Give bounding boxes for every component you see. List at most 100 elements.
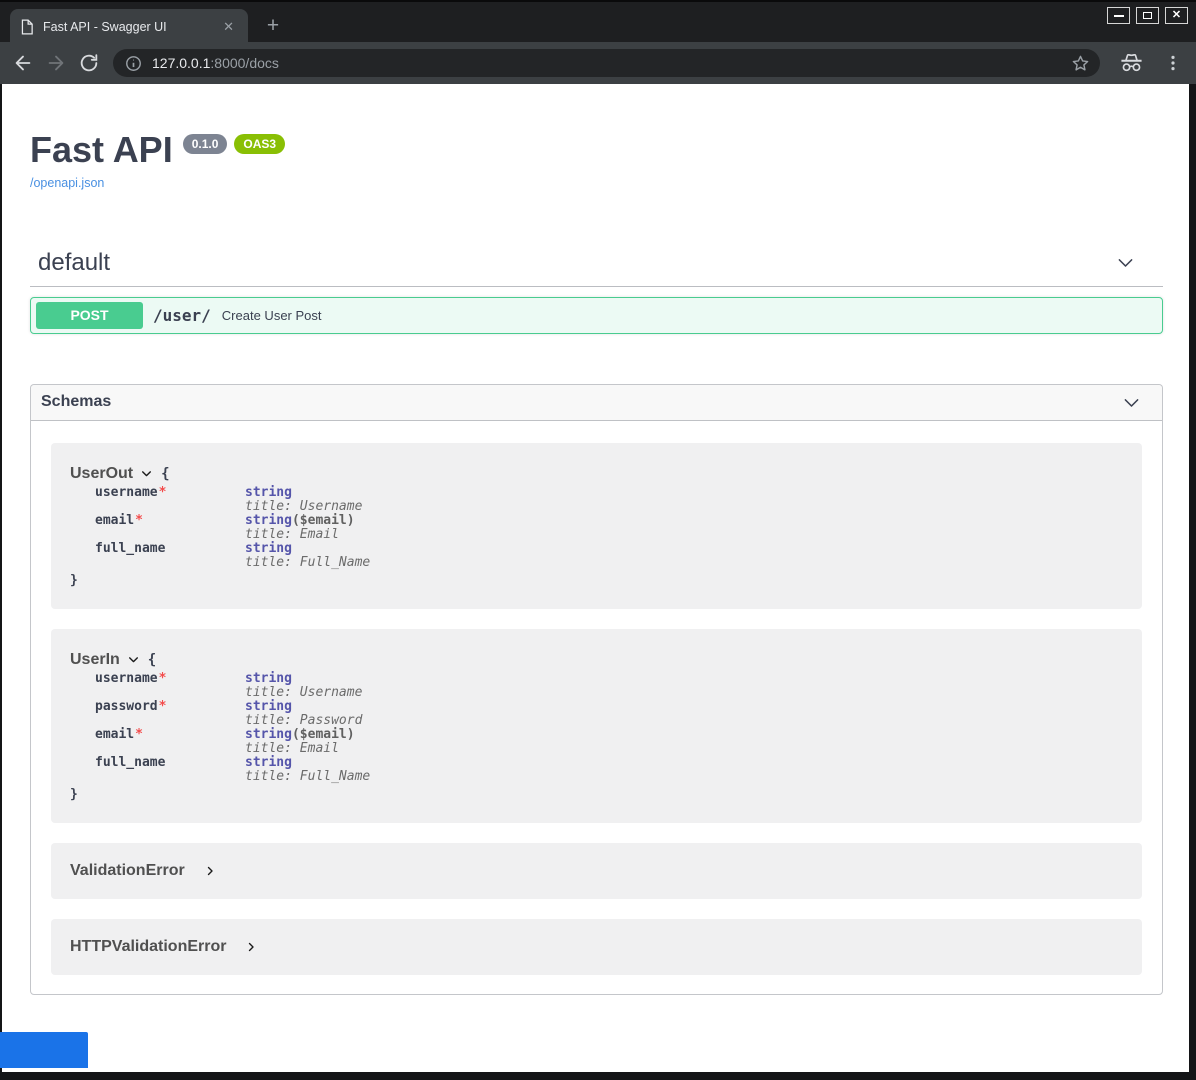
property-type-line: string [245, 542, 370, 556]
property-type: string [245, 513, 292, 528]
model-title: UserOut [70, 465, 133, 483]
model-header[interactable]: ValidationError [70, 862, 1142, 880]
model-header[interactable]: HTTPValidationError [70, 938, 1142, 956]
model-properties: username*stringtitle: Usernamepassword*s… [70, 672, 1142, 784]
page-info-icon[interactable] [125, 55, 142, 72]
tag-title: default [38, 249, 110, 277]
maximize-icon [1143, 12, 1152, 19]
required-star: * [159, 485, 167, 500]
browser-toolbar: 127.0.0.1:8000/docs [0, 42, 1196, 84]
model-property-row: email*string($email)title: Email [95, 728, 1142, 756]
document-icon [20, 19, 34, 35]
tag-header[interactable]: default [30, 249, 1163, 287]
close-button[interactable]: ✕ [1165, 7, 1188, 24]
tag-section-default: default POST /user/ Create User Post [30, 249, 1163, 334]
property-title: title: Email [245, 742, 355, 756]
chevron-right-icon[interactable] [204, 865, 216, 877]
url-host: 127.0.0.1 [152, 55, 210, 71]
model-property-row: full_namestringtitle: Full_Name [95, 542, 1142, 570]
model-title: HTTPValidationError [70, 938, 226, 956]
url-text[interactable]: 127.0.0.1:8000/docs [152, 55, 1071, 71]
property-title: title: Username [245, 500, 362, 514]
property-name: username* [95, 486, 245, 514]
property-detail: stringtitle: Username [245, 672, 362, 700]
property-name: password* [95, 700, 245, 728]
bookmark-star-icon[interactable] [1071, 54, 1090, 73]
page-content: Fast API 0.1.0 OAS3 /openapi.json defaul… [2, 84, 1189, 1072]
model-userin: UserIn { username*stringtitle: Usernamep… [51, 629, 1142, 823]
property-detail: stringtitle: Password [245, 700, 362, 728]
endpoint-summary: Create User Post [222, 308, 322, 323]
property-name: full_name [95, 542, 245, 570]
property-title: title: Full_Name [245, 556, 370, 570]
window-controls: ✕ [1107, 7, 1188, 24]
new-tab-button[interactable]: + [261, 15, 285, 39]
tab-title: Fast API - Swagger UI [43, 20, 219, 34]
schemas-header[interactable]: Schemas [31, 385, 1162, 421]
schemas-body: UserOut { username*stringtitle: Username… [31, 421, 1162, 994]
property-detail: stringtitle: Full_Name [245, 542, 370, 570]
method-badge: POST [36, 302, 143, 329]
property-title: title: Username [245, 686, 362, 700]
oas-badge: OAS3 [234, 134, 285, 154]
required-star: * [159, 699, 167, 714]
property-name: email* [95, 514, 245, 542]
model-title: UserIn [70, 651, 120, 669]
chevron-right-icon[interactable] [245, 941, 257, 953]
property-title: title: Full_Name [245, 770, 370, 784]
address-bar[interactable]: 127.0.0.1:8000/docs [113, 49, 1100, 77]
close-icon: ✕ [1172, 10, 1181, 21]
property-type-line: string($email) [245, 514, 355, 528]
model-header[interactable]: UserOut { [70, 465, 1142, 483]
model-validationerror: ValidationError [51, 843, 1142, 899]
chevron-down-icon[interactable] [1121, 392, 1142, 413]
tab-strip: Fast API - Swagger UI ✕ + ✕ [0, 0, 1196, 42]
property-type: string [245, 755, 292, 770]
url-path: :8000/docs [210, 55, 279, 71]
menu-icon[interactable] [1164, 54, 1182, 72]
property-title: title: Email [245, 528, 355, 542]
model-properties: username*stringtitle: Usernameemail*stri… [70, 486, 1142, 570]
close-brace: } [70, 787, 1142, 802]
required-star: * [159, 671, 167, 686]
browser-tab[interactable]: Fast API - Swagger UI ✕ [10, 9, 248, 44]
model-title: ValidationError [70, 862, 185, 880]
property-format: ($email) [292, 513, 355, 528]
property-type-line: string [245, 700, 362, 714]
chevron-down-icon[interactable] [1115, 252, 1136, 273]
model-header[interactable]: UserIn { [70, 651, 1142, 669]
property-detail: string($email)title: Email [245, 728, 355, 756]
status-indicator [0, 1032, 88, 1068]
schemas-section: Schemas UserOut { username*stringtitle: … [30, 384, 1163, 995]
property-type-line: string($email) [245, 728, 355, 742]
property-type-line: string [245, 756, 370, 770]
model-property-row: email*string($email)title: Email [95, 514, 1142, 542]
property-type: string [245, 485, 292, 500]
forward-button[interactable] [45, 52, 67, 74]
property-name: username* [95, 672, 245, 700]
property-type: string [245, 541, 292, 556]
api-info: Fast API 0.1.0 OAS3 /openapi.json [30, 131, 1163, 192]
required-star: * [135, 513, 143, 528]
property-name: email* [95, 728, 245, 756]
chevron-down-icon[interactable] [127, 653, 140, 666]
property-type-line: string [245, 672, 362, 686]
close-brace: } [70, 573, 1142, 588]
back-button[interactable] [12, 52, 34, 74]
model-userout: UserOut { username*stringtitle: Username… [51, 443, 1142, 609]
tab-close-icon[interactable]: ✕ [219, 18, 238, 35]
chevron-down-icon[interactable] [140, 467, 153, 480]
model-httpvalidationerror: HTTPValidationError [51, 919, 1142, 975]
opblock-post-user[interactable]: POST /user/ Create User Post [30, 297, 1163, 334]
property-detail: string($email)title: Email [245, 514, 355, 542]
model-property-row: username*stringtitle: Username [95, 672, 1142, 700]
version-badge: 0.1.0 [183, 134, 228, 154]
openapi-spec-link[interactable]: /openapi.json [30, 176, 104, 190]
minimize-button[interactable] [1107, 7, 1130, 24]
model-property-row: password*stringtitle: Password [95, 700, 1142, 728]
incognito-icon [1118, 52, 1145, 74]
property-type: string [245, 671, 292, 686]
property-type: string [245, 727, 292, 742]
reload-button[interactable] [78, 52, 100, 74]
maximize-button[interactable] [1136, 7, 1159, 24]
